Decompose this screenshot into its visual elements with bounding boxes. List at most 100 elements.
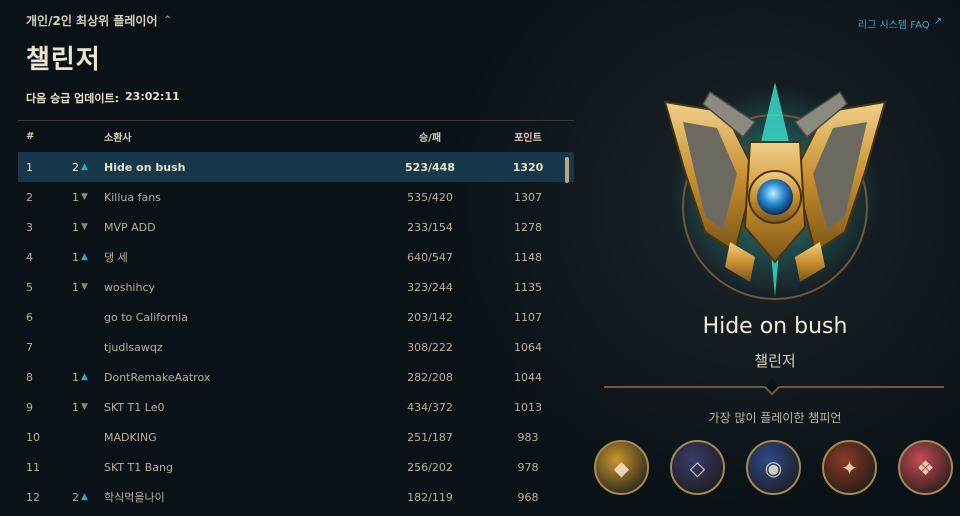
row-win-loss: 282/208 xyxy=(407,370,453,384)
champion-portrait-5-icon[interactable]: ❖ xyxy=(898,440,953,495)
page-header: 개인/2인 최상위 플레이어 ⌃ 챌린저 다음 승급 업데이트: 23:02:1… xyxy=(26,12,586,106)
row-win-loss: 182/119 xyxy=(407,490,453,504)
external-link-icon: ↗ xyxy=(933,16,942,27)
update-label: 다음 승급 업데이트: xyxy=(26,92,120,105)
row-rank-change: 1 ▲ xyxy=(72,251,102,264)
row-win-loss: 256/202 xyxy=(407,460,453,474)
table-scrollbar[interactable] xyxy=(565,157,569,183)
row-summoner-name[interactable]: go to California xyxy=(102,311,372,324)
profile-tier: 챌린저 xyxy=(754,352,796,370)
row-summoner-name[interactable]: DontRemakeAatrox xyxy=(102,371,372,384)
column-rank[interactable]: # xyxy=(18,131,72,142)
table-row[interactable]: 7 tjudlsawqz 308/222 1064 xyxy=(18,332,574,362)
arrow-down-icon: ▼ xyxy=(81,402,88,412)
champion-portrait-2-icon[interactable]: ◇ xyxy=(670,440,725,495)
row-rank: 3 xyxy=(26,220,33,234)
row-rank: 11 xyxy=(26,460,40,474)
row-points: 1148 xyxy=(514,250,542,264)
row-points: 983 xyxy=(517,430,539,444)
update-timer: 23:02:11 xyxy=(125,90,180,103)
row-rank: 5 xyxy=(26,280,33,294)
table-row[interactable]: 1 2 ▲ Hide on bush 523/448 1320 xyxy=(18,152,574,182)
row-summoner-name[interactable]: SKT T1 Bang xyxy=(102,461,372,474)
league-faq-link[interactable]: 리그 시스템 FAQ ↗ xyxy=(858,16,942,31)
champion-portrait-3-icon[interactable]: ◉ xyxy=(746,440,801,495)
queue-selector-label: 개인/2인 최상위 플레이어 xyxy=(26,14,158,28)
row-win-loss: 323/244 xyxy=(407,280,453,294)
row-rank-change: 1 ▼ xyxy=(72,281,102,294)
table-row[interactable]: 6 go to California 203/142 1107 xyxy=(18,302,574,332)
queue-selector[interactable]: 개인/2인 최상위 플레이어 ⌃ xyxy=(26,12,586,29)
arrow-up-icon: ▲ xyxy=(81,162,88,172)
row-rank: 9 xyxy=(26,400,33,414)
row-rank: 6 xyxy=(26,310,33,324)
table-row[interactable]: 9 1 ▼ SKT T1 Le0 434/372 1013 xyxy=(18,392,574,422)
row-rank: 10 xyxy=(26,430,40,444)
column-points[interactable]: 포인트 xyxy=(488,129,568,144)
chevron-updown-icon: ⌃ xyxy=(163,15,172,26)
row-points: 1307 xyxy=(514,190,542,204)
row-points: 1064 xyxy=(514,340,542,354)
table-row[interactable]: 10 MADKING 251/187 983 xyxy=(18,422,574,452)
row-summoner-name[interactable]: tjudlsawqz xyxy=(102,341,372,354)
row-summoner-name[interactable]: MADKING xyxy=(102,431,372,444)
row-summoner-name[interactable]: Killua fans xyxy=(102,191,372,204)
table-row[interactable]: 12 2 ▲ 학식먹을나이 182/119 968 xyxy=(18,482,574,512)
table-row[interactable]: 2 1 ▼ Killua fans 535/420 1307 xyxy=(18,182,574,212)
row-rank-change: 1 ▼ xyxy=(72,401,102,414)
row-rank: 1 xyxy=(26,160,33,174)
row-rank-change: 1 ▼ xyxy=(72,191,102,204)
arrow-down-icon: ▼ xyxy=(81,192,88,202)
champion-art: ◉ xyxy=(764,455,783,480)
column-win-loss[interactable]: 승/패 xyxy=(372,129,488,144)
most-played-champions: ◆ ◇ ◉ ✦ ❖ xyxy=(594,440,960,495)
row-summoner-name[interactable]: 학식먹을나이 xyxy=(102,489,372,505)
column-summoner[interactable]: 소환사 xyxy=(102,129,372,144)
row-points: 968 xyxy=(517,490,539,504)
row-points: 1044 xyxy=(514,370,542,384)
table-row[interactable]: 4 1 ▲ 댕 세 640/547 1148 xyxy=(18,242,574,272)
row-points: 1278 xyxy=(514,220,542,234)
row-win-loss: 233/154 xyxy=(407,220,453,234)
row-rank-change: 1 ▼ xyxy=(72,221,102,234)
champion-portrait-4-icon[interactable]: ✦ xyxy=(822,440,877,495)
row-summoner-name[interactable]: woshihcy xyxy=(102,281,372,294)
row-win-loss: 203/142 xyxy=(407,310,453,324)
arrow-up-icon: ▲ xyxy=(81,252,88,262)
champion-portrait-1-icon[interactable]: ◆ xyxy=(594,440,649,495)
arrow-down-icon: ▼ xyxy=(81,282,88,292)
most-played-heading: 가장 많이 플레이한 챔피언 xyxy=(708,411,842,425)
rank-change-value: 1 xyxy=(72,250,79,264)
row-points: 1107 xyxy=(514,310,542,324)
promotion-update: 다음 승급 업데이트: 23:02:11 xyxy=(26,90,586,106)
table-header: # 소환사 승/패 포인트 xyxy=(18,120,574,152)
row-points: 1013 xyxy=(514,400,542,414)
row-summoner-name[interactable]: 댕 세 xyxy=(102,249,372,265)
row-rank-change: 2 ▲ xyxy=(72,491,102,504)
row-win-loss: 640/547 xyxy=(407,250,453,264)
table-row[interactable]: 11 SKT T1 Bang 256/202 978 xyxy=(18,452,574,482)
rank-change-value: 1 xyxy=(72,280,79,294)
arrow-up-icon: ▲ xyxy=(81,372,88,382)
champion-art: ❖ xyxy=(916,455,935,480)
table-body: 1 2 ▲ Hide on bush 523/448 1320 2 1 ▼ Killua fans… xyxy=(18,152,574,512)
rank-change-value: 1 xyxy=(72,220,79,234)
rank-change-value: 2 xyxy=(72,490,79,504)
rank-change-value: 1 xyxy=(72,400,79,414)
champion-art: ◇ xyxy=(689,455,706,480)
row-win-loss: 308/222 xyxy=(407,340,453,354)
row-win-loss: 251/187 xyxy=(407,430,453,444)
row-win-loss: 535/420 xyxy=(407,190,453,204)
row-rank: 2 xyxy=(26,190,33,204)
row-points: 1320 xyxy=(512,160,544,174)
table-row[interactable]: 8 1 ▲ DontRemakeAatrox 282/208 1044 xyxy=(18,362,574,392)
rank-change-value: 1 xyxy=(72,370,79,384)
row-summoner-name[interactable]: SKT T1 Le0 xyxy=(102,401,372,414)
champion-art: ✦ xyxy=(841,455,858,480)
row-summoner-name[interactable]: MVP ADD xyxy=(102,221,372,234)
table-row[interactable]: 5 1 ▼ woshihcy 323/244 1135 xyxy=(18,272,574,302)
rank-change-value: 1 xyxy=(72,190,79,204)
row-points: 1135 xyxy=(514,280,542,294)
table-row[interactable]: 3 1 ▼ MVP ADD 233/154 1278 xyxy=(18,212,574,242)
row-summoner-name[interactable]: Hide on bush xyxy=(102,161,372,174)
